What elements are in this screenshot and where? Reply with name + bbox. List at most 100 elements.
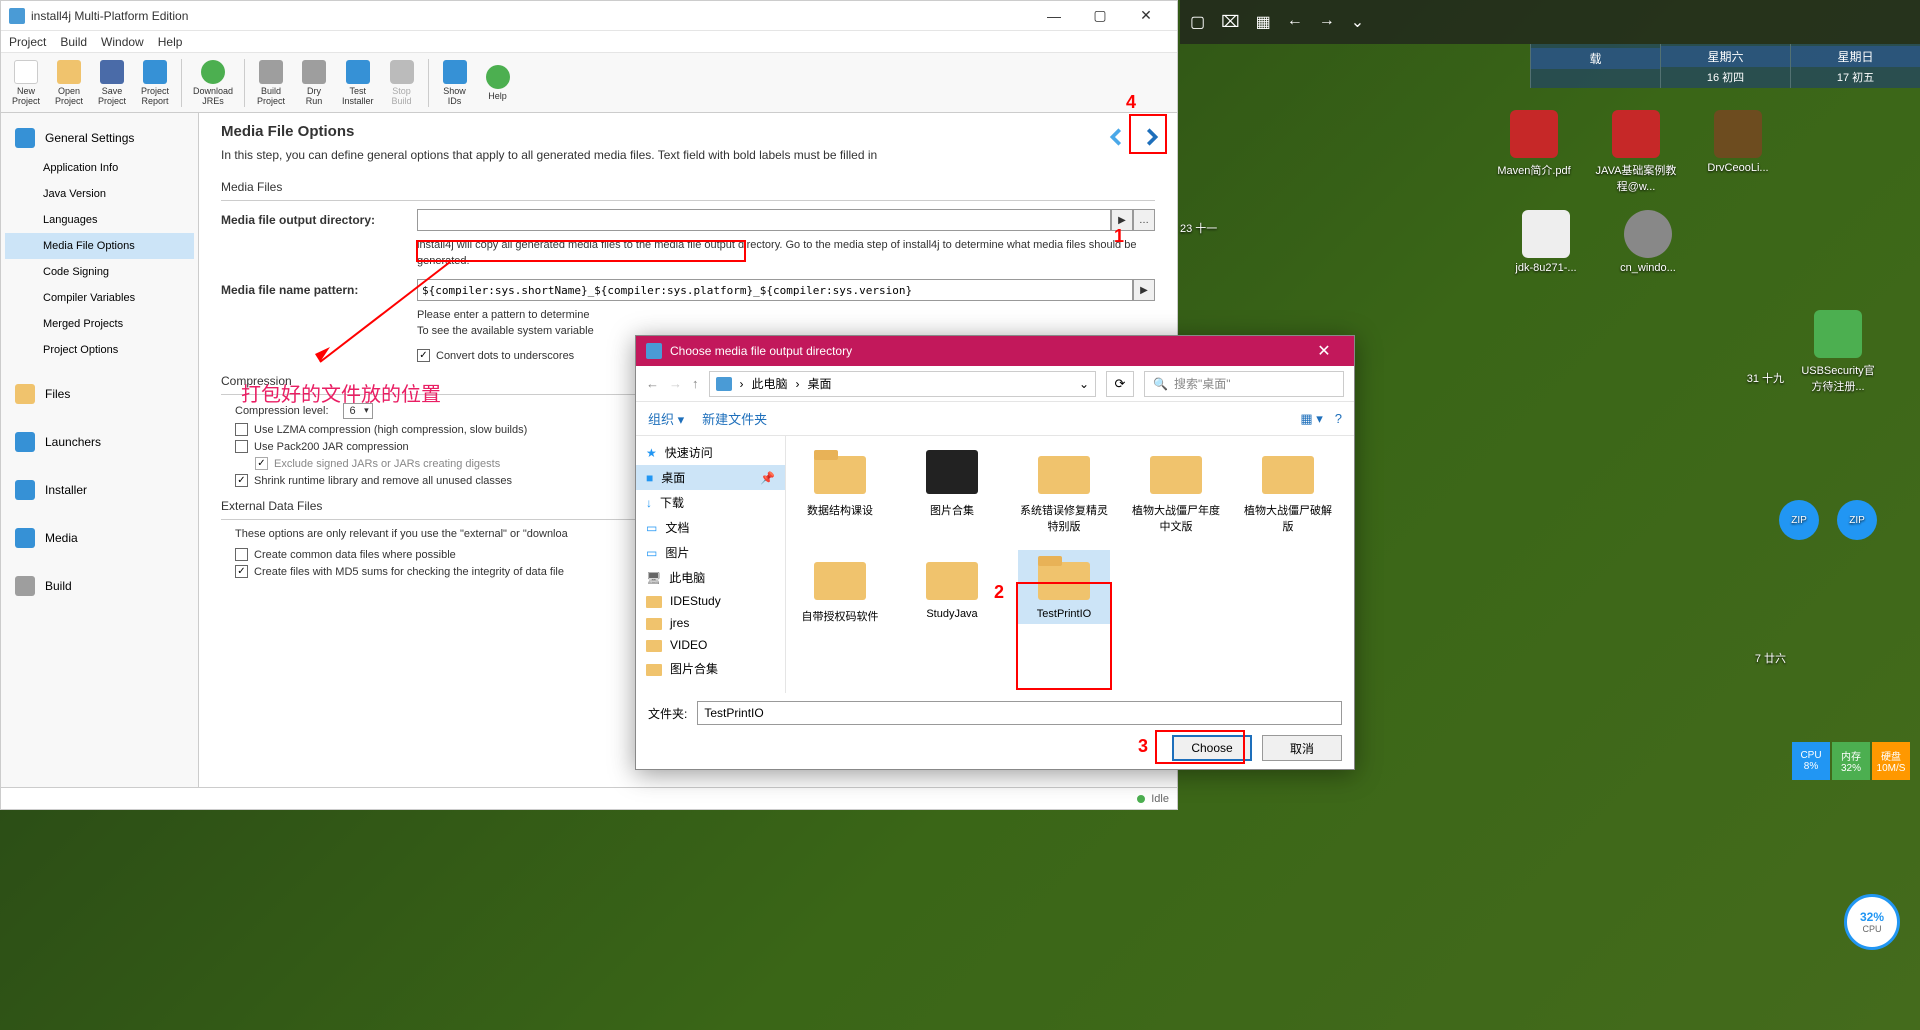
desktop-jdk[interactable]: jdk-8u271-...: [1504, 210, 1588, 274]
lzma-checkbox[interactable]: [235, 423, 248, 436]
status-indicator-icon: [1137, 795, 1145, 803]
folder-item[interactable]: 图片合集: [906, 444, 998, 534]
battery-icon[interactable]: ⌧: [1221, 12, 1239, 32]
window-title: install4j Multi-Platform Edition: [31, 9, 1031, 23]
close-button[interactable]: ✕: [1123, 1, 1169, 31]
desktop-zip2[interactable]: ZIP: [1832, 500, 1882, 544]
annotation-text: 打包好的文件放的位置: [241, 378, 441, 407]
desktop-cnwin[interactable]: cn_windo...: [1606, 210, 1690, 274]
nav-forward-icon[interactable]: →: [669, 376, 682, 391]
tree-jres[interactable]: jres: [636, 612, 785, 634]
pattern-vars-button[interactable]: ▶: [1133, 279, 1155, 301]
sidebar-app-info[interactable]: Application Info: [5, 155, 194, 181]
shrink-checkbox[interactable]: [235, 474, 248, 487]
menu-window[interactable]: Window: [101, 35, 144, 49]
tree-documents[interactable]: ▭文档: [636, 515, 785, 540]
desktop-usb[interactable]: USBSecurity官方待注册...: [1796, 310, 1880, 394]
output-dir-browse-button[interactable]: …: [1133, 209, 1155, 231]
desktop-pdf-java[interactable]: JAVA基础案例教程@w...: [1594, 110, 1678, 194]
filename-input[interactable]: [697, 701, 1342, 725]
menu-build[interactable]: Build: [60, 35, 87, 49]
menu-help[interactable]: Help: [158, 35, 183, 49]
refresh-button[interactable]: ⟳: [1106, 371, 1134, 397]
minimize-button[interactable]: —: [1031, 1, 1077, 31]
folder-item-selected[interactable]: TestPrintIO: [1018, 550, 1110, 624]
sidebar-code-signing[interactable]: Code Signing: [5, 259, 194, 285]
sidebar-files[interactable]: Files: [5, 377, 194, 411]
menu-project[interactable]: Project: [9, 35, 46, 49]
folder-item[interactable]: 数据结构课设: [794, 444, 886, 534]
sidebar-languages[interactable]: Languages: [5, 207, 194, 233]
dialog-close-button[interactable]: ✕: [1304, 341, 1344, 361]
pattern-input[interactable]: [417, 279, 1133, 301]
open-project-button[interactable]: Open Project: [48, 55, 90, 111]
view-mode-button[interactable]: ▦ ▾: [1300, 411, 1322, 427]
help-icon[interactable]: ?: [1335, 411, 1342, 426]
folder-item[interactable]: StudyJava: [906, 550, 998, 624]
folder-item[interactable]: 植物大战僵尸破解版: [1242, 444, 1334, 534]
dialog-icon: [646, 343, 662, 359]
breadcrumb[interactable]: › 此电脑 › 桌面 ⌄: [709, 371, 1097, 397]
filename-label: 文件夹:: [648, 705, 687, 722]
organize-menu[interactable]: 组织 ▾: [648, 409, 684, 428]
download-jres-button[interactable]: Download JREs: [187, 55, 239, 111]
project-report-button[interactable]: Project Report: [134, 55, 176, 111]
tree-pc[interactable]: 🖥此电脑: [636, 565, 785, 590]
tree-quick-access[interactable]: ★快速访问: [636, 440, 785, 465]
save-project-button[interactable]: Save Project: [91, 55, 133, 111]
tree-idestudy[interactable]: IDEStudy: [636, 590, 785, 612]
tree-downloads[interactable]: ↓下载: [636, 490, 785, 515]
cancel-button[interactable]: 取消: [1262, 735, 1342, 761]
sidebar-media[interactable]: Media: [5, 521, 194, 555]
desktop-zip1[interactable]: ZIP: [1774, 500, 1824, 544]
show-ids-button[interactable]: Show IDs: [434, 55, 476, 111]
folder-item[interactable]: 系统错误修复精灵特别版: [1018, 444, 1110, 534]
sidebar-media-file-options[interactable]: Media File Options: [5, 233, 194, 259]
sidebar: General Settings Application Info Java V…: [1, 113, 199, 787]
common-data-checkbox[interactable]: [235, 548, 248, 561]
build-project-button[interactable]: Build Project: [250, 55, 292, 111]
sidebar-merged-projects[interactable]: Merged Projects: [5, 311, 194, 337]
output-dir-vars-button[interactable]: ▶: [1111, 209, 1133, 231]
folder-item[interactable]: 自带授权码软件: [794, 550, 886, 624]
output-dir-input[interactable]: [417, 209, 1111, 231]
down-icon[interactable]: ⌄: [1351, 12, 1364, 32]
choose-button[interactable]: Choose: [1172, 735, 1252, 761]
nav-back-button[interactable]: [1103, 121, 1131, 153]
tablet-icon[interactable]: ▢: [1190, 12, 1205, 32]
help-button[interactable]: Help: [477, 55, 519, 111]
nav-next-button[interactable]: [1137, 121, 1165, 153]
calendar-icon[interactable]: ▦: [1256, 12, 1271, 32]
tree-pictures[interactable]: ▭图片: [636, 540, 785, 565]
maximize-button[interactable]: ▢: [1077, 1, 1123, 31]
search-input[interactable]: 🔍搜索"桌面": [1144, 371, 1344, 397]
new-folder-button[interactable]: 新建文件夹: [702, 409, 767, 428]
test-installer-button[interactable]: Test Installer: [336, 55, 380, 111]
new-project-button[interactable]: New Project: [5, 55, 47, 111]
sidebar-compiler-variables[interactable]: Compiler Variables: [5, 285, 194, 311]
sidebar-installer[interactable]: Installer: [5, 473, 194, 507]
exclude-signed-checkbox[interactable]: [255, 457, 268, 470]
sidebar-java-version[interactable]: Java Version: [5, 181, 194, 207]
tree-picset[interactable]: 图片合集: [636, 656, 785, 681]
toolbar: New Project Open Project Save Project Pr…: [1, 53, 1177, 113]
desktop-drv[interactable]: DrvCeooLi...: [1696, 110, 1780, 194]
folder-item[interactable]: 植物大战僵尸年度中文版: [1130, 444, 1222, 534]
forward-icon[interactable]: →: [1319, 12, 1335, 32]
stop-build-button[interactable]: Stop Build: [381, 55, 423, 111]
dry-run-button[interactable]: Dry Run: [293, 55, 335, 111]
sidebar-launchers[interactable]: Launchers: [5, 425, 194, 459]
back-icon[interactable]: ←: [1287, 12, 1303, 32]
tree-desktop[interactable]: ■桌面📌: [636, 465, 785, 490]
nav-back-icon[interactable]: ←: [646, 376, 659, 391]
pack200-checkbox[interactable]: [235, 440, 248, 453]
folder-tree: ★快速访问 ■桌面📌 ↓下载 ▭文档 ▭图片 🖥此电脑 IDEStudy jre…: [636, 436, 786, 693]
desktop-pdf-maven[interactable]: Maven简介.pdf: [1492, 110, 1576, 194]
tree-video[interactable]: VIDEO: [636, 634, 785, 656]
sidebar-build[interactable]: Build: [5, 569, 194, 603]
md5-checkbox[interactable]: [235, 565, 248, 578]
sidebar-project-options[interactable]: Project Options: [5, 337, 194, 363]
sidebar-general-settings[interactable]: General Settings: [5, 121, 194, 155]
pc-icon: [716, 377, 732, 391]
nav-up-icon[interactable]: ↑: [692, 376, 699, 391]
